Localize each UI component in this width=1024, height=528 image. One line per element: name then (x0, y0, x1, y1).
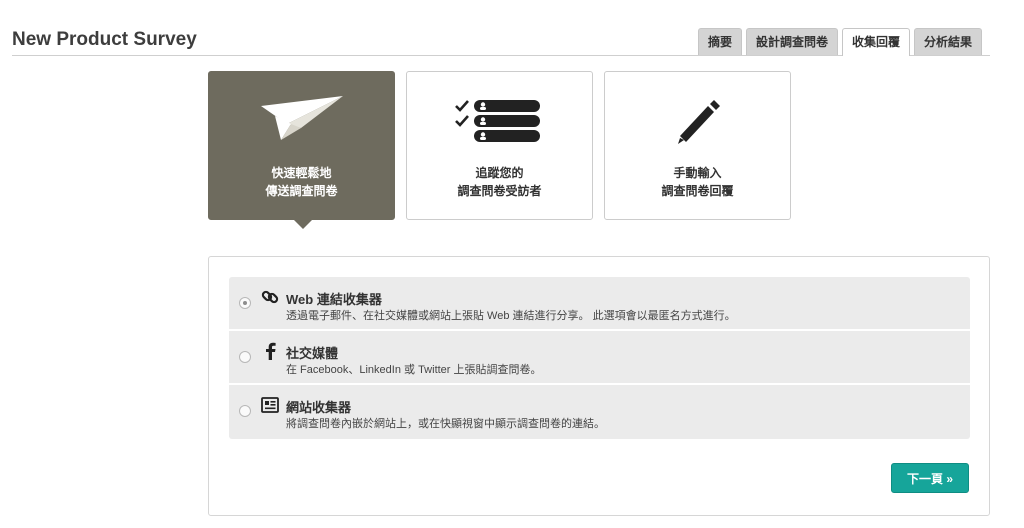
option-web-link-collector[interactable]: Web 連結收集器 透過電子郵件、在社交媒體或網站上張貼 Web 連結進行分享。… (229, 277, 970, 331)
option-website-collector[interactable]: 網站收集器 將調查問卷內嵌於網站上，或在快顯視窗中顯示調查問卷的連結。 (229, 385, 970, 439)
option-social-media-desc: 在 Facebook、LinkedIn 或 Twitter 上張貼調查問卷。 (286, 364, 542, 376)
card-send-survey-line2: 傳送調查問卷 (265, 184, 338, 198)
next-page-button[interactable]: 下一頁 » (891, 463, 969, 493)
card-manual-entry-line1: 手動輸入 (673, 166, 722, 180)
option-web-link-title: Web 連結收集器 (286, 292, 382, 307)
option-social-media-title: 社交媒體 (286, 346, 339, 361)
tab-design-survey[interactable]: 設計調查問卷 (745, 28, 838, 55)
option-website-title: 網站收集器 (286, 400, 352, 415)
card-send-survey-line1: 快速輕鬆地 (271, 166, 332, 180)
tab-bar: 摘要 設計調查問卷 收集回覆 分析結果 (697, 28, 982, 56)
card-track-respondents[interactable]: 追蹤您的 調查問卷受訪者 (406, 71, 593, 220)
tab-collect-responses[interactable]: 收集回覆 (841, 28, 910, 56)
website-icon (261, 396, 279, 414)
radio-web-link[interactable] (239, 297, 251, 309)
option-social-media[interactable]: 社交媒體 在 Facebook、LinkedIn 或 Twitter 上張貼調查… (229, 331, 970, 385)
collector-type-cards: 快速輕鬆地 傳送調查問卷 追蹤您的 調查問卷受訪者 手動輸入 調查問卷回覆 (208, 71, 791, 229)
header: New Product Survey 摘要 設計調查問卷 收集回覆 分析結果 (12, 0, 990, 56)
collector-options-panel: Web 連結收集器 透過電子郵件、在社交媒體或網站上張貼 Web 連結進行分享。… (208, 256, 990, 516)
link-icon (261, 288, 279, 306)
collector-options-list: Web 連結收集器 透過電子郵件、在社交媒體或網站上張貼 Web 連結進行分享。… (229, 277, 970, 439)
option-website-desc: 將調查問卷內嵌於網站上，或在快顯視窗中顯示調查問卷的連結。 (286, 418, 605, 430)
radio-website[interactable] (239, 405, 251, 417)
checklist-icon (407, 94, 592, 150)
tab-summary[interactable]: 摘要 (697, 28, 742, 55)
card-manual-entry-line2: 調查問卷回覆 (661, 184, 734, 198)
facebook-icon (261, 342, 279, 360)
paper-plane-icon (209, 94, 394, 150)
option-web-link-desc: 透過電子郵件、在社交媒體或網站上張貼 Web 連結進行分享。 此選項會以最匿名方… (286, 310, 736, 322)
pencil-icon (605, 94, 790, 150)
card-track-respondents-line1: 追蹤您的 (475, 166, 524, 180)
radio-social-media[interactable] (239, 351, 251, 363)
card-send-survey[interactable]: 快速輕鬆地 傳送調查問卷 (208, 71, 395, 229)
page-title: New Product Survey (12, 29, 197, 50)
card-track-respondents-line2: 調查問卷受訪者 (457, 184, 542, 198)
tab-analyze-results[interactable]: 分析結果 (913, 28, 982, 55)
card-manual-entry[interactable]: 手動輸入 調查問卷回覆 (604, 71, 791, 220)
